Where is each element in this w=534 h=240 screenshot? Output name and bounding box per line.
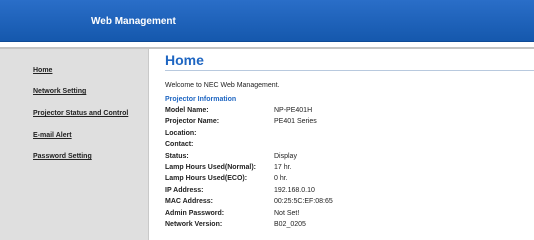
info-value-lamp-hours-normal: 17 hr. bbox=[274, 164, 292, 171]
info-label-ip-address: IP Address: bbox=[165, 187, 204, 194]
section-title-projector-info: Projector Information bbox=[165, 96, 237, 103]
sidebar-nav: Home Network Setting Projector Status an… bbox=[0, 49, 149, 240]
main-content: Home Welcome to NEC Web Management. Proj… bbox=[150, 49, 534, 240]
header-bar: Web Management bbox=[0, 0, 534, 42]
info-value-status: Display bbox=[274, 153, 297, 160]
info-value-ip-address: 192.168.0.10 bbox=[274, 187, 315, 194]
sidebar-item-network-setting[interactable]: Network Setting bbox=[33, 88, 86, 95]
info-label-status: Status: bbox=[165, 153, 189, 160]
info-label-lamp-hours-normal: Lamp Hours Used(Normal): bbox=[165, 164, 257, 171]
page-title: Home bbox=[165, 52, 204, 68]
app-title: Web Management bbox=[91, 16, 176, 27]
info-value-network-version: B02_0205 bbox=[274, 221, 306, 228]
info-label-projector-name: Projector Name: bbox=[165, 118, 220, 125]
info-label-model-name: Model Name: bbox=[165, 107, 209, 114]
info-value-projector-name: PE401 Series bbox=[274, 118, 317, 125]
sidebar-item-email-alert[interactable]: E-mail Alert bbox=[33, 132, 72, 139]
info-label-contact: Contact: bbox=[165, 141, 194, 148]
info-label-lamp-hours-eco: Lamp Hours Used(ECO): bbox=[165, 175, 248, 182]
info-label-mac-address: MAC Address: bbox=[165, 198, 213, 205]
title-divider bbox=[165, 70, 534, 71]
info-label-admin-password: Admin Password: bbox=[165, 210, 225, 217]
info-value-lamp-hours-eco: 0 hr. bbox=[274, 175, 288, 182]
sidebar-item-projector-status-control[interactable]: Projector Status and Control bbox=[33, 110, 128, 117]
info-label-network-version: Network Version: bbox=[165, 221, 223, 228]
sidebar-item-password-setting[interactable]: Password Setting bbox=[33, 153, 92, 160]
info-value-model-name: NP-PE401H bbox=[274, 107, 313, 114]
sidebar-item-home[interactable]: Home bbox=[33, 67, 52, 74]
welcome-message: Welcome to NEC Web Management. bbox=[165, 82, 280, 89]
info-label-location: Location: bbox=[165, 130, 197, 137]
info-value-admin-password: Not Set! bbox=[274, 210, 300, 217]
info-value-mac-address: 00:25:5C:EF:08:65 bbox=[274, 198, 333, 205]
